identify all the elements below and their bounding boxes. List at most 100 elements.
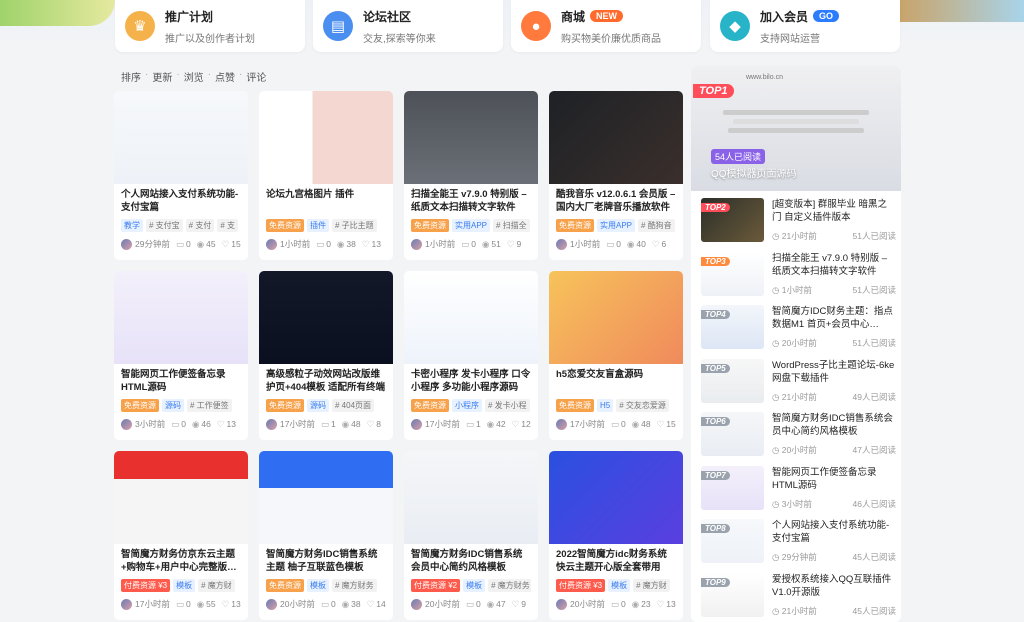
post-tag[interactable]: 源码 [162,399,184,412]
avatar[interactable] [266,238,277,250]
post-tag[interactable]: # 魔方财 [633,579,670,592]
post-thumbnail[interactable] [259,451,393,544]
post-title[interactable]: 智简魔方财务仿京东云主题+购物车+用户中心完整版… [121,548,241,574]
post-card[interactable]: h5恋爱交友盲盒源码 免费资源 H5 # 交友恋爱源 17小时前 ▭ 0 ◉ 48 ♡ 15 [549,271,683,440]
post-tag[interactable]: # 酷狗音 [638,219,675,232]
avatar[interactable] [266,418,277,430]
ranking-item[interactable]: TOP9 爱授权系统接入QQ互联插件V1.0开源版 ◷ 21小时前 45人已阅读 [701,572,896,622]
post-title[interactable]: 智简魔方财务IDC销售系统会员中心简约风格模板 [411,548,531,574]
avatar[interactable] [556,238,567,250]
post-card[interactable]: 扫描全能王 v7.9.0 特别版 – 纸质文本扫描转文字软件 免费资源 实用APP #… [404,91,538,260]
post-thumbnail[interactable] [259,271,393,364]
post-tag[interactable]: # 发卡小程 [485,399,530,412]
ranking-title[interactable]: WordPress子比主题论坛-6ke网盘下载插件 [772,359,896,385]
post-tag[interactable]: 免费资源 [556,219,594,232]
post-tag[interactable]: 付费资源 ¥3 [556,579,606,592]
ranking-item[interactable]: TOP3 扫描全能王 v7.9.0 特别版 – 纸质文本扫描转文字软件 ◷ 1小时前… [701,251,896,302]
avatar[interactable] [121,418,132,430]
ranking-title[interactable]: 个人网站接入支付系统功能-支付宝篇 [772,519,896,545]
ranking-title[interactable]: 智能网页工作便签备忘录HTML源码 [772,466,896,492]
avatar[interactable] [266,598,277,610]
post-title[interactable]: 高级感粒子动效网站改版维护页+404模板 适配所有终端 [266,368,386,394]
avatar[interactable] [411,598,422,610]
post-tag[interactable]: 免费资源 [266,219,304,232]
avatar[interactable] [121,238,132,250]
ranking-item[interactable]: TOP7 智能网页工作便签备忘录HTML源码 ◷ 3小时前 46人已阅读 [701,465,896,516]
top1-caption[interactable]: QQ模拟器页面源码 [711,165,797,180]
post-card[interactable]: 卡密小程序 发卡小程序 口令小程序 多功能小程序源码 免费资源 小程序 # 发卡小程 1… [404,271,538,440]
post-tag[interactable]: 教学 [121,219,143,232]
post-tag[interactable]: 付费资源 ¥3 [121,579,171,592]
post-tag[interactable]: # 支付宝 [146,219,183,232]
promo-card-4[interactable]: ◆ 加入会员 GO 支持网站运营 [710,0,900,52]
post-tag[interactable]: # 扫描全 [493,219,530,232]
post-tag[interactable]: # 404页面 [332,399,375,412]
post-thumbnail[interactable] [114,271,248,364]
post-tag[interactable]: 免费资源 [556,399,594,412]
avatar[interactable] [411,238,422,250]
post-tag[interactable]: # 魔方财务 [332,579,377,592]
post-thumbnail[interactable] [259,91,393,184]
ranking-title[interactable]: [超变版本] 群服毕业 暗黑之门 自定义插件版本 [772,198,896,224]
post-card[interactable]: 智能网页工作便签备忘录HTML源码 免费资源 源码 # 工作便签 3小时前 ▭ 0 ◉ 46 ♡ 1… [114,271,248,440]
sort-option-4[interactable]: 点赞 [215,69,235,84]
ranking-title[interactable]: 智简魔方IDC财务主题：指点数据M1 首页+会员中心… [772,305,896,331]
post-tag[interactable]: 模板 [608,579,631,592]
post-thumbnail[interactable] [404,451,538,544]
post-tag[interactable]: 模板 [307,579,329,592]
post-tag[interactable]: 付费资源 ¥2 [411,579,461,592]
post-card[interactable]: 2022智简魔方idc财务系统快云主题开心版全套带用户… 付费资源 ¥3模板# 魔… [549,451,683,620]
post-card[interactable]: 个人网站接入支付系统功能-支付宝篇 教学 # 支付宝 # 支付 # 支 29分钟前 ▭ 0 ◉ 4… [114,91,248,260]
post-tag[interactable]: 免费资源 [121,399,159,412]
post-tag[interactable]: # 子比主题 [332,219,377,232]
ranking-item[interactable]: TOP5 WordPress子比主题论坛-6ke网盘下载插件 ◷ 21小时前 49人已… [701,358,896,409]
sort-option-5[interactable]: 评论 [246,69,266,84]
post-title[interactable]: 扫描全能王 v7.9.0 特别版 – 纸质文本扫描转文字软件 [411,188,531,214]
avatar[interactable] [121,598,132,610]
post-title[interactable]: h5恋爱交友盲盒源码 [556,368,676,394]
post-tag[interactable]: 小程序 [452,399,482,412]
post-title[interactable]: 论坛九宫格图片 插件 [266,188,386,214]
ranking-title[interactable]: 扫描全能王 v7.9.0 特别版 – 纸质文本扫描转文字软件 [772,252,896,278]
post-tag[interactable]: # 支 [217,219,239,232]
post-thumbnail[interactable] [549,91,683,184]
post-thumbnail[interactable] [549,271,683,364]
post-title[interactable]: 智能网页工作便签备忘录HTML源码 [121,368,241,394]
post-card[interactable]: 高级感粒子动效网站改版维护页+404模板 适配所有终端免费资源 源码 # 404页面… [259,271,393,440]
ranking-item[interactable]: TOP8 个人网站接入支付系统功能-支付宝篇 ◷ 29分钟前 45人已阅读 [701,519,896,569]
post-card[interactable]: 论坛九宫格图片 插件 免费资源 插件 # 子比主题 1小时前 ▭ 0 ◉ 38 ♡ 13 [259,91,393,260]
avatar[interactable] [556,418,567,430]
post-card[interactable]: 酷我音乐 v12.0.6.1 会员版 – 国内大厂老牌音乐播放软件免费资源 实用A… [549,91,683,260]
post-tag[interactable]: 源码 [307,399,329,412]
ranking-item[interactable]: TOP4 智简魔方IDC财务主题：指点数据M1 首页+会员中心… ◷ 20小时前 51… [701,305,896,355]
sort-option-3[interactable]: 浏览 [184,69,204,84]
ranking-item[interactable]: TOP6 智简魔方财务IDC销售系统会员中心简约风格模板 ◷ 20小时前 47人已阅读 [701,412,896,462]
post-tag[interactable]: # 魔方财 [198,579,235,592]
post-tag[interactable]: 免费资源 [411,399,449,412]
post-card[interactable]: 智简魔方财务仿京东云主题+购物车+用户中心完整版… 付费资源 ¥3 模板 # 魔方财 1… [114,451,248,620]
ranking-title[interactable]: 爱授权系统接入QQ互联插件V1.0开源版 [772,573,896,599]
post-title[interactable]: 2022智简魔方idc财务系统快云主题开心版全套带用户… [556,548,676,574]
post-title[interactable]: 酷我音乐 v12.0.6.1 会员版 – 国内大厂老牌音乐播放软件 [556,188,676,214]
ranking-title[interactable]: 智简魔方财务IDC销售系统会员中心简约风格模板 [772,412,896,438]
post-tag[interactable]: 插件 [307,219,329,232]
avatar[interactable] [411,418,422,430]
promo-card-2[interactable]: ▤ 论坛社区 交友,探索等你来 [313,0,503,52]
post-thumbnail[interactable] [549,451,683,544]
post-tag[interactable]: 免费资源 [266,399,304,412]
post-title[interactable]: 个人网站接入支付系统功能-支付宝篇 [121,188,241,214]
post-thumbnail[interactable] [404,271,538,364]
post-thumbnail[interactable] [114,91,248,184]
post-tag[interactable]: 实用APP [597,219,636,232]
post-tag[interactable]: 模板 [173,579,196,592]
sort-option-2[interactable]: 更新 [152,69,172,84]
post-tag[interactable]: # 交友恋爱源 [616,399,669,412]
post-thumbnail[interactable] [404,91,538,184]
post-thumbnail[interactable] [114,451,248,544]
post-card[interactable]: 智简魔方财务IDC销售系统主题 柚子互联蓝色模板 免费资源 模板 # 魔方财务 20小时… [259,451,393,620]
post-tag[interactable]: H5 [597,399,614,412]
post-tag[interactable]: 模板 [463,579,486,592]
promo-card-1[interactable]: ♛ 推广计划 推广以及创作者计划 [115,0,305,52]
ranking-item[interactable]: TOP2 [超变版本] 群服毕业 暗黑之门 自定义插件版本 ◷ 21小时前 51人已阅… [701,198,896,248]
post-tag[interactable]: # 工作便签 [187,399,232,412]
